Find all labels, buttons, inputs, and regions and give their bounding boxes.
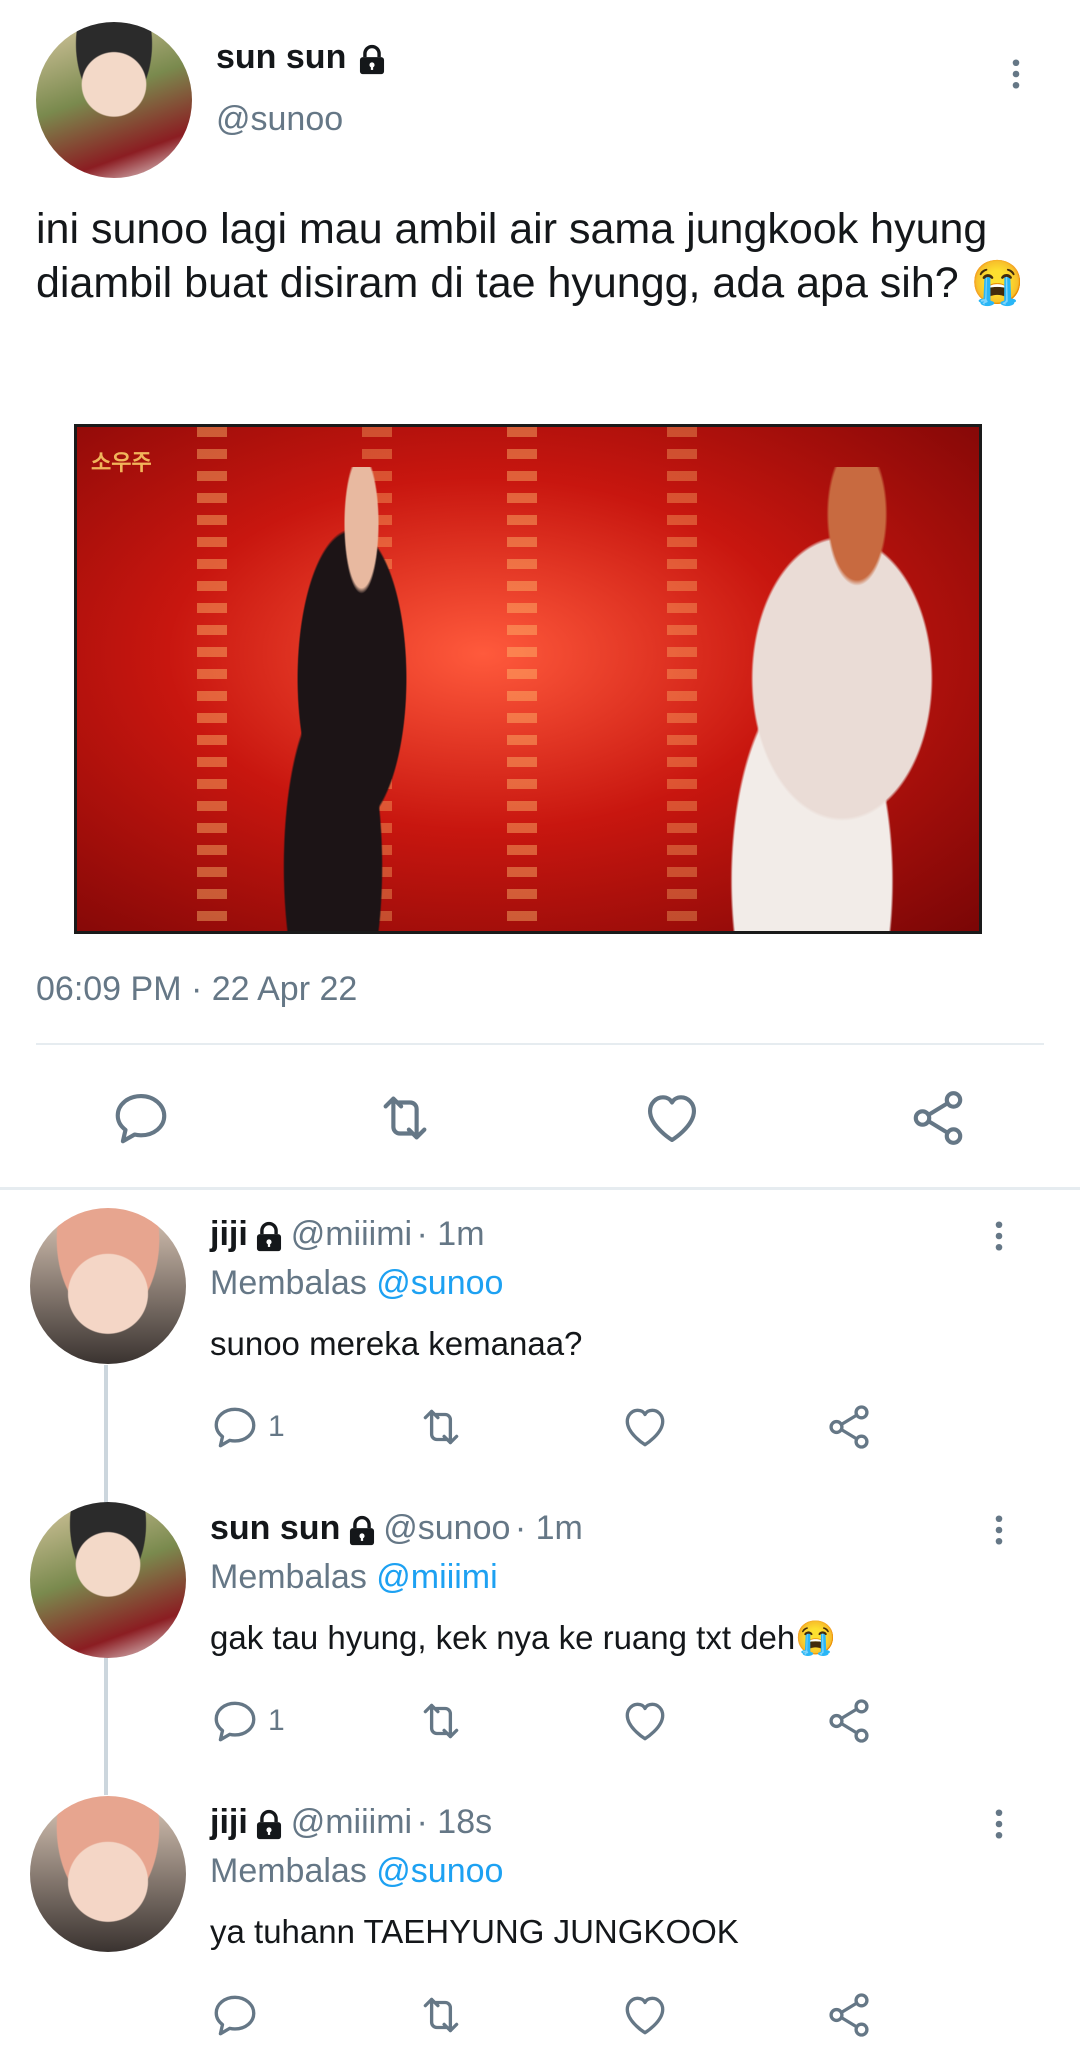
more-vertical-icon[interactable] <box>998 54 1034 94</box>
retweet-icon[interactable] <box>416 1696 466 1746</box>
replying-prefix: Membalas <box>210 1852 367 1890</box>
more-vertical-icon[interactable] <box>981 1804 1017 1844</box>
more-vertical-icon[interactable] <box>981 1216 1017 1256</box>
author-line: sun sun @sunoo · 1m <box>210 1509 583 1548</box>
comment-icon <box>210 1696 260 1746</box>
tweet-text: ini sunoo lagi mau ambil air sama jungko… <box>36 205 1025 307</box>
reply-time: · 1m <box>514 1509 583 1547</box>
comment-icon[interactable] <box>210 1990 260 2040</box>
divider <box>36 1043 1044 1045</box>
author-line: jiji @miiimi · 18s <box>210 1803 492 1842</box>
reply-text: gak tau hyung, kek nya ke ruang txt deh😭 <box>210 1619 837 1656</box>
comment-button[interactable]: 1 <box>210 1402 285 1452</box>
replying-prefix: Membalas <box>210 1264 367 1302</box>
more-vertical-icon[interactable] <box>981 1510 1017 1550</box>
share-icon[interactable] <box>824 1696 874 1746</box>
lock-icon <box>355 43 389 77</box>
comment-button[interactable]: 1 <box>210 1696 285 1746</box>
display-name[interactable]: sun sun <box>210 1509 340 1547</box>
replying-to-handle[interactable]: @sunoo <box>376 1264 503 1302</box>
avatar[interactable] <box>30 1796 186 1952</box>
avatar[interactable] <box>30 1502 186 1658</box>
avatar[interactable] <box>30 1208 186 1364</box>
handle[interactable]: @miiimi <box>291 1215 412 1253</box>
heart-icon[interactable] <box>620 1696 670 1746</box>
reply-time: · 1m <box>416 1215 485 1253</box>
replying-to: Membalas @miiimi <box>210 1558 498 1597</box>
handle[interactable]: @miiimi <box>291 1803 412 1841</box>
timestamp: 06:09 PM · 22 Apr 22 <box>36 970 358 1008</box>
display-name[interactable]: jiji <box>210 1215 248 1253</box>
heart-icon[interactable] <box>641 1087 703 1149</box>
performer-figure <box>257 467 447 931</box>
lock-icon <box>252 1220 286 1254</box>
reply-count: 1 <box>268 1704 285 1737</box>
avatar[interactable] <box>36 22 192 178</box>
stage-light <box>197 427 227 931</box>
replying-to-handle[interactable]: @sunoo <box>376 1852 503 1890</box>
share-icon[interactable] <box>824 1990 874 2040</box>
reply-time: · 18s <box>416 1803 493 1841</box>
share-icon[interactable] <box>907 1087 969 1149</box>
author-line: jiji @miiimi · 1m <box>210 1215 485 1254</box>
handle[interactable]: @sunoo <box>383 1509 510 1547</box>
heart-icon[interactable] <box>620 1990 670 2040</box>
heart-icon[interactable] <box>620 1402 670 1452</box>
display-name[interactable]: jiji <box>210 1803 248 1841</box>
lock-icon <box>252 1808 286 1842</box>
replying-to-handle[interactable]: @miiimi <box>376 1558 497 1596</box>
comment-icon <box>210 1402 260 1452</box>
share-icon[interactable] <box>824 1402 874 1452</box>
reply-text: sunoo mereka kemanaa? <box>210 1325 583 1362</box>
stage-light <box>507 427 537 931</box>
retweet-icon[interactable] <box>416 1990 466 2040</box>
comment-icon[interactable] <box>110 1087 172 1149</box>
handle[interactable]: @sunoo <box>216 100 343 139</box>
retweet-icon[interactable] <box>416 1402 466 1452</box>
display-name[interactable]: sun sun <box>216 38 346 76</box>
performer-figure <box>677 467 977 931</box>
media-watermark: 소우주 <box>91 450 152 475</box>
reply-text: ya tuhann TAEHYUNG JUNGKOOK <box>210 1913 739 1950</box>
replying-prefix: Membalas <box>210 1558 367 1596</box>
replying-to: Membalas @sunoo <box>210 1264 503 1303</box>
author-line: sun sun <box>216 38 389 77</box>
lock-icon <box>345 1514 379 1548</box>
retweet-icon[interactable] <box>374 1087 436 1149</box>
tweet-media[interactable]: 소우주 <box>74 424 982 934</box>
reply-count: 1 <box>268 1410 285 1443</box>
replying-to: Membalas @sunoo <box>210 1852 503 1891</box>
divider <box>0 1187 1080 1190</box>
